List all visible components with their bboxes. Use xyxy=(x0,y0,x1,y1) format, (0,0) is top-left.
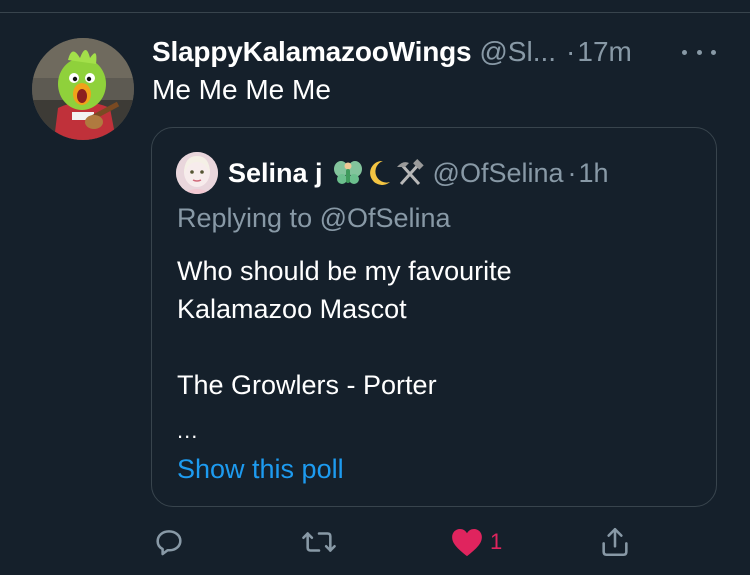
fairy-icon xyxy=(333,161,362,184)
quoted-header: Selina j @OfSelina · 1h xyxy=(228,154,609,192)
tweet-header: SlappyKalamazooWings @Sl... · 17m xyxy=(152,34,632,70)
crescent-moon-icon xyxy=(369,160,390,185)
action-bar: 1 xyxy=(0,520,750,564)
tweet-text: Me Me Me Me xyxy=(152,74,331,105)
replying-mention[interactable]: @OfSelina xyxy=(320,203,451,233)
author-name[interactable]: SlappyKalamazooWings xyxy=(152,36,472,68)
reply-icon xyxy=(156,530,182,556)
separator-dot: · xyxy=(566,36,576,67)
quoted-body-line: The Growlers - Porter xyxy=(177,370,437,400)
quoted-author-name[interactable]: Selina j xyxy=(228,158,323,189)
quoted-body: Who should be my favourite Kalamazoo Mas… xyxy=(177,252,512,404)
top-divider xyxy=(0,12,750,13)
reply-button[interactable] xyxy=(152,520,186,564)
hammer-and-pick-icon xyxy=(396,159,424,186)
tweet-timestamp[interactable]: 17m xyxy=(577,36,631,68)
more-options-icon[interactable] xyxy=(682,42,716,62)
avatar[interactable] xyxy=(32,38,134,140)
name-emoji-group xyxy=(333,158,425,188)
truncation-ellipsis: ... xyxy=(177,418,199,443)
quoted-body-line: Kalamazoo Mascot xyxy=(177,294,407,324)
quoted-timestamp[interactable]: 1h xyxy=(579,158,609,189)
share-button[interactable] xyxy=(598,520,632,564)
quoted-author-handle[interactable]: @OfSelina xyxy=(433,158,564,189)
replying-to-line: Replying to @OfSelina xyxy=(177,203,451,234)
replying-prefix: Replying to xyxy=(177,203,313,233)
show-poll-link[interactable]: Show this poll xyxy=(177,454,344,485)
quoted-body-line: Who should be my favourite xyxy=(177,256,512,286)
tweet-page: SlappyKalamazooWings @Sl... · 17m Me Me … xyxy=(0,0,750,575)
quoted-avatar[interactable] xyxy=(176,152,218,194)
retweet-button[interactable] xyxy=(300,520,338,564)
heart-icon xyxy=(452,528,482,557)
author-handle[interactable]: @Sl... xyxy=(479,36,556,68)
share-icon xyxy=(602,527,628,557)
quoted-separator-dot: · xyxy=(567,157,577,188)
quoted-body-line xyxy=(177,328,512,366)
like-button[interactable]: 1 xyxy=(450,520,502,564)
retweet-icon xyxy=(302,532,336,552)
like-count: 1 xyxy=(490,529,503,554)
